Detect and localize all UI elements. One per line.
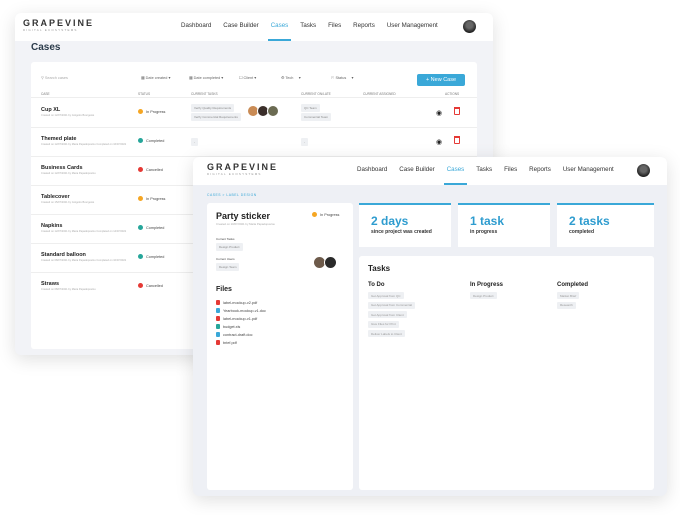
completed-column: Completed Market Brief Research [557, 282, 589, 309]
pdf-file-icon [216, 316, 220, 321]
search-input[interactable]: ⚲ Search cases [41, 75, 68, 80]
nav-menu: Dashboard Case Builder Cases Tasks Files… [351, 157, 620, 185]
status-badge: Cancelled [138, 167, 163, 172]
file-item[interactable]: label-mockup-v2.pdf [216, 300, 266, 305]
table-header: CASE STATUS CURRENT TASKS CURRENT ON/LAT… [31, 90, 477, 98]
assigned-avatars [247, 105, 279, 117]
files-title: Files [216, 286, 232, 293]
todo-column: To Do Get Approval from QC Get Approval … [368, 282, 416, 340]
task-chip[interactable]: Design Product [470, 292, 497, 299]
nav-files[interactable]: Files [322, 13, 347, 41]
status-badge: In Progress [138, 109, 165, 114]
case-summary-panel: Party sticker Created on 10/07/2021 by M… [207, 203, 353, 490]
task-chip[interactable]: Market Brief [557, 292, 580, 299]
user-avatar[interactable] [463, 20, 476, 33]
top-nav: GRAPEVINE DIGITAL ECOSYSTEMS Dashboard C… [15, 13, 493, 41]
view-icon[interactable]: ◉ [436, 138, 442, 146]
xls-file-icon [216, 324, 220, 329]
file-list: label-mockup-v2.pdf Yearbook-mockup-v1.d… [216, 300, 266, 348]
nav-user-management[interactable]: User Management [557, 157, 620, 185]
status-badge: Completed [138, 225, 164, 230]
stat-card-completed: 2 tasks completed [557, 203, 654, 247]
nav-files[interactable]: Files [498, 157, 523, 185]
file-item[interactable]: brief.pdf [216, 340, 266, 345]
task-chip[interactable]: Get Approval from Client [368, 311, 407, 318]
nav-case-builder[interactable]: Case Builder [217, 13, 264, 41]
tasks-panel: Tasks To Do Get Approval from QC Get App… [359, 256, 654, 490]
page-title: Cases [31, 42, 61, 53]
filter-client[interactable]: ☐ Client ▾ [239, 75, 256, 80]
file-item[interactable]: Yearbook-mockup-v1.doc [216, 308, 266, 313]
status-badge: In Progress [138, 196, 165, 201]
nav-case-builder[interactable]: Case Builder [393, 157, 440, 185]
view-icon[interactable]: ◉ [436, 109, 442, 117]
user-avatar[interactable] [637, 164, 650, 177]
filter-date-completed[interactable]: ▦ Date completed ▾ [189, 75, 223, 80]
task-chip[interactable]: Deliver Labels to Client [368, 330, 405, 337]
avatar [267, 105, 279, 117]
avatar [324, 256, 337, 269]
filter-status[interactable]: ⚐ Status ▾ [331, 75, 353, 80]
status-badge: Completed [138, 138, 164, 143]
file-item[interactable]: budget.xls [216, 324, 266, 329]
nav-dashboard[interactable]: Dashboard [175, 13, 217, 41]
in-progress-column: In Progress Design Product [470, 282, 504, 299]
nav-reports[interactable]: Reports [347, 13, 381, 41]
table-row[interactable]: Cup XL Created on 12/07/2021 by Grégoire… [31, 99, 477, 128]
table-row[interactable]: Themed plate Created on 12/07/2021 by Ma… [31, 128, 477, 157]
task-chip[interactable]: Get Approval from Commercial [368, 301, 416, 309]
status-badge: Completed [138, 254, 164, 259]
logo[interactable]: GRAPEVINE DIGITAL ECOSYSTEMS [207, 163, 278, 176]
task-chip[interactable]: Get Approval from QC [368, 292, 404, 299]
nav-dashboard[interactable]: Dashboard [351, 157, 393, 185]
current-user-avatars [313, 256, 337, 269]
nav-tasks[interactable]: Tasks [294, 13, 322, 41]
case-title: Party sticker [216, 211, 271, 221]
status-badge: In Progress [312, 212, 339, 217]
filter-date-created[interactable]: ▦ Date created ▾ [141, 75, 170, 80]
filter-bar: ⚲ Search cases ▦ Date created ▾ ▦ Date c… [31, 70, 477, 86]
nav-cases[interactable]: Cases [441, 157, 471, 185]
nav-cases[interactable]: Cases [265, 13, 295, 41]
top-nav: GRAPEVINE DIGITAL ECOSYSTEMS Dashboard C… [193, 157, 667, 185]
delete-icon[interactable] [454, 136, 460, 144]
doc-file-icon [216, 332, 220, 337]
task-chip[interactable]: Research [557, 301, 576, 309]
logo[interactable]: GRAPEVINE DIGITAL ECOSYSTEMS [23, 19, 94, 32]
new-case-button[interactable]: + New Case [417, 74, 465, 86]
stat-card-in-progress: 1 task in progress [458, 203, 550, 247]
task-chip[interactable]: Give Files for Print [368, 320, 399, 328]
pdf-file-icon [216, 340, 220, 345]
file-item[interactable]: label-mockup-v1.pdf [216, 316, 266, 321]
file-item[interactable]: contract-draft.doc [216, 332, 266, 337]
nav-tasks[interactable]: Tasks [470, 157, 498, 185]
tasks-title: Tasks [368, 264, 391, 273]
nav-user-management[interactable]: User Management [381, 13, 444, 41]
stat-card-days: 2 days since project was created [359, 203, 451, 247]
case-detail-window: GRAPEVINE DIGITAL ECOSYSTEMS Dashboard C… [193, 157, 667, 496]
breadcrumb[interactable]: CASES > LABEL DESIGN [207, 193, 257, 197]
pdf-file-icon [216, 300, 220, 305]
status-badge: Cancelled [138, 283, 163, 288]
nav-menu: Dashboard Case Builder Cases Tasks Files… [175, 13, 444, 41]
filter-tech[interactable]: ⚙ Tech ▾ [281, 75, 301, 80]
doc-file-icon [216, 308, 220, 313]
nav-reports[interactable]: Reports [523, 157, 557, 185]
delete-icon[interactable] [454, 107, 460, 115]
